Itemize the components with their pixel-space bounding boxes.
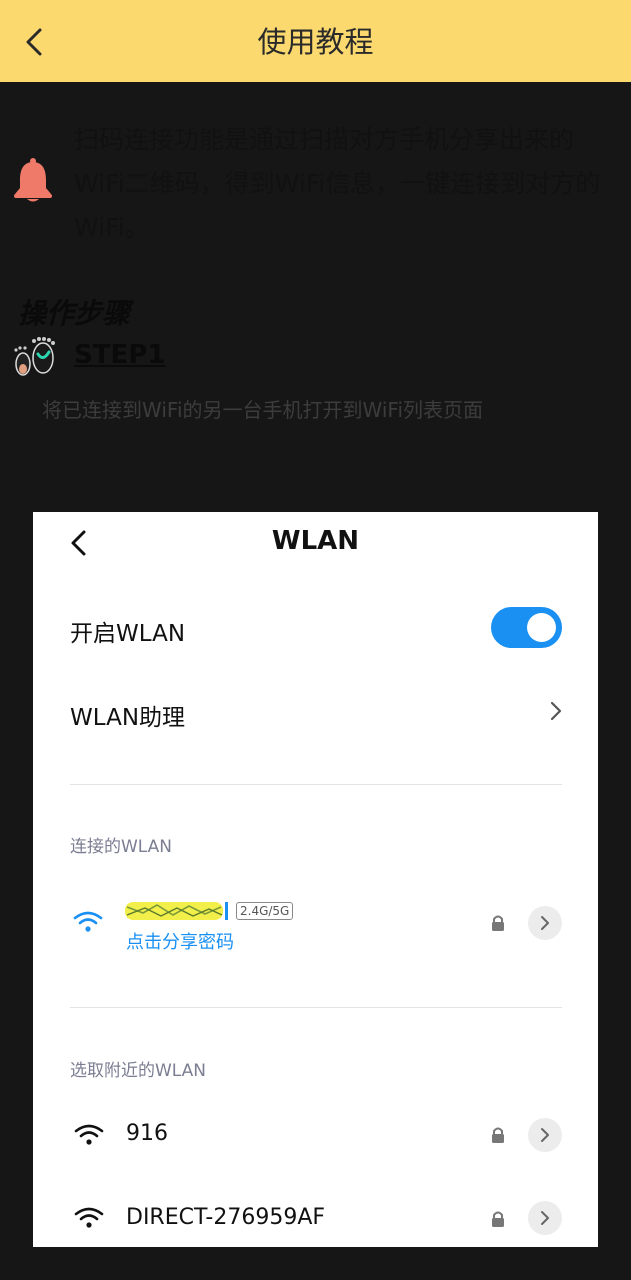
detail-button — [528, 1201, 562, 1235]
lock-icon — [492, 915, 504, 931]
network-name: DIRECT-276959AF — [126, 1205, 326, 1230]
footprint-icon — [14, 337, 55, 376]
wifi-icon — [73, 911, 103, 932]
toggle-knob — [527, 613, 556, 642]
notice-block: 扫码连接功能是通过扫描对方手机分享出来的WiFi二维码，得到WiFi信息，一键连… — [0, 118, 631, 248]
chevron-right-icon — [541, 1211, 549, 1225]
divider — [70, 1007, 562, 1008]
share-password-link: 点击分享密码 — [126, 932, 234, 953]
wlan-assistant-label: WLAN助理 — [70, 705, 186, 731]
step1-description: 将已连接到WiFi的另一台手机打开到WiFi列表页面 — [42, 398, 483, 422]
page-title: 使用教程 — [257, 25, 374, 59]
enable-wlan-label: 开启WLAN — [70, 621, 186, 647]
lock-icon — [492, 1211, 504, 1227]
network-name: 916 — [126, 1121, 168, 1146]
lock-icon — [492, 1127, 504, 1143]
chevron-right-icon — [541, 916, 549, 930]
band-badge: 2.4G/5G — [236, 902, 294, 920]
wifi-icon — [74, 1207, 104, 1228]
connected-section-label: 连接的WLAN — [70, 837, 173, 857]
nearby-section-label: 选取附近的WLAN — [70, 1061, 207, 1081]
steps-heading: 操作步骤 — [18, 297, 131, 330]
notice-text: 扫码连接功能是通过扫描对方手机分享出来的WiFi二维码，得到WiFi信息，一键连… — [74, 125, 601, 242]
wifi-icon — [74, 1124, 104, 1145]
divider — [70, 784, 562, 785]
redacted-network-name — [125, 902, 228, 920]
wlan-toggle — [491, 607, 562, 648]
detail-button — [528, 1118, 562, 1152]
wlan-screenshot: WLAN 开启WLAN WLAN助理 连接的WLAN 2.4G/5G 点击分享密… — [33, 512, 598, 1247]
top-bar: 使用教程 — [0, 0, 631, 82]
detail-button — [528, 906, 562, 940]
step1-label: STEP1 — [74, 340, 166, 370]
chevron-right-icon — [541, 1128, 549, 1142]
wlan-title: WLAN — [271, 526, 360, 556]
chevron-right-icon — [550, 701, 562, 721]
bell-icon — [14, 158, 52, 202]
